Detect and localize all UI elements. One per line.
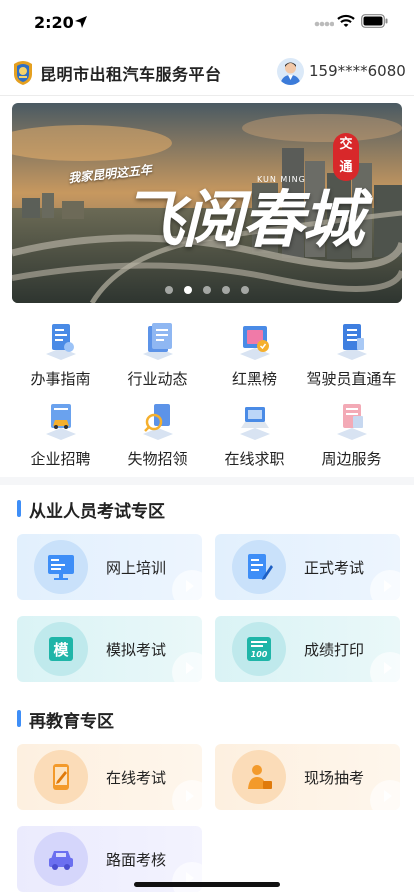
menu-label: 周边服务 bbox=[321, 450, 382, 468]
banner-dot-4[interactable] bbox=[222, 286, 230, 294]
menu-label: 驾驶员直通车 bbox=[306, 370, 397, 388]
menu-item-job[interactable]: 在线求职 bbox=[206, 398, 303, 468]
svg-text:模: 模 bbox=[53, 641, 69, 659]
guide-doc-icon bbox=[46, 324, 76, 360]
score-print-icon: 100 bbox=[247, 637, 271, 661]
menu-label: 行业动态 bbox=[127, 370, 188, 388]
lost-found-icon bbox=[143, 404, 173, 440]
board-icon bbox=[240, 326, 270, 360]
online-training-icon-bg bbox=[34, 540, 88, 594]
signal-icon bbox=[314, 21, 334, 27]
menu-item-nearby[interactable]: 周边服务 bbox=[303, 398, 400, 468]
score-print-icon-bg: 100 bbox=[232, 622, 286, 676]
banner-title: 飞阅春城 bbox=[122, 169, 364, 259]
nearby-map-icon bbox=[337, 404, 367, 440]
quick-menu-grid: 办事指南 行业动态 红黑榜 驾驶员直通车 企业招聘 失物招领 在线求职 周边服务 bbox=[12, 318, 402, 470]
card-play-icon bbox=[172, 780, 202, 810]
road-test-icon bbox=[49, 851, 73, 870]
mock-exam-icon: 模 bbox=[49, 637, 73, 661]
online-exam-icon bbox=[53, 764, 69, 790]
card-label: 网上培训 bbox=[106, 559, 167, 577]
menu-item-driver[interactable]: 驾驶员直通车 bbox=[303, 318, 400, 388]
banner-seal: 交 通 bbox=[333, 133, 359, 181]
exam-section-title: 从业人员考试专区 bbox=[17, 497, 165, 522]
section-divider bbox=[0, 477, 414, 485]
status-bar: 2:20 bbox=[0, 0, 414, 46]
svg-text:100: 100 bbox=[251, 650, 268, 659]
online-exam-card[interactable]: 在线考试 bbox=[17, 744, 202, 810]
menu-item-guide[interactable]: 办事指南 bbox=[12, 318, 109, 388]
card-label: 正式考试 bbox=[304, 559, 365, 577]
banner-title-main: 阅春城 bbox=[182, 183, 364, 256]
recruit-car-icon bbox=[46, 404, 76, 440]
location-arrow-icon bbox=[75, 16, 87, 28]
card-label: 路面考核 bbox=[106, 851, 167, 869]
card-play-icon bbox=[172, 862, 202, 892]
app-header: 昆明市出租汽车服务平台 159****6080 bbox=[0, 52, 414, 96]
news-doc-icon bbox=[143, 323, 173, 360]
banner-title-prefix: 飞 bbox=[122, 183, 184, 256]
page-title: 昆明市出租汽车服务平台 bbox=[40, 65, 222, 84]
banner-english: KUN MING bbox=[257, 175, 306, 184]
formal-exam-icon-bg bbox=[232, 540, 286, 594]
banner-dot-2[interactable] bbox=[184, 286, 192, 294]
card-play-icon bbox=[370, 570, 400, 600]
score-print-card[interactable]: 100 成绩打印 bbox=[215, 616, 400, 682]
wifi-icon bbox=[337, 14, 355, 27]
menu-label: 在线求职 bbox=[224, 450, 285, 468]
card-label: 模拟考试 bbox=[106, 641, 167, 659]
user-avatar-icon bbox=[280, 62, 301, 85]
online-exam-icon-bg bbox=[34, 750, 88, 804]
card-label: 成绩打印 bbox=[304, 641, 365, 659]
menu-label: 红黑榜 bbox=[231, 370, 277, 388]
card-play-icon bbox=[370, 652, 400, 682]
onsite-exam-icon bbox=[248, 765, 272, 789]
home-indicator[interactable] bbox=[134, 882, 280, 887]
card-label: 现场抽考 bbox=[304, 769, 365, 787]
road-test-icon-bg bbox=[34, 832, 88, 886]
job-laptop-icon bbox=[240, 407, 270, 440]
onsite-exam-card[interactable]: 现场抽考 bbox=[215, 744, 400, 810]
onsite-exam-icon-bg bbox=[232, 750, 286, 804]
card-label: 在线考试 bbox=[106, 769, 167, 787]
card-play-icon bbox=[370, 780, 400, 810]
banner-dot-3[interactable] bbox=[203, 286, 211, 294]
menu-item-news[interactable]: 行业动态 bbox=[109, 318, 206, 388]
banner-seal-char-1: 交 bbox=[339, 137, 353, 152]
card-play-icon bbox=[172, 652, 202, 682]
online-training-card[interactable]: 网上培训 bbox=[17, 534, 202, 600]
reeducation-section-title: 再教育专区 bbox=[17, 707, 114, 732]
mock-exam-icon-bg: 模 bbox=[34, 622, 88, 676]
user-avatar[interactable] bbox=[277, 58, 304, 85]
card-play-icon bbox=[172, 570, 202, 600]
banner-seal-char-2: 通 bbox=[339, 160, 353, 175]
app-screen: 2:20 昆明市出租汽车服务平台 159****6080 我家昆明这五年 飞阅春… bbox=[0, 0, 414, 896]
banner-carousel[interactable]: 我家昆明这五年 飞阅春城 KUN MING 交 通 bbox=[12, 103, 402, 303]
menu-item-recruit[interactable]: 企业招聘 bbox=[12, 398, 109, 468]
menu-label: 失物招领 bbox=[127, 450, 188, 468]
banner-dot-5[interactable] bbox=[241, 286, 249, 294]
user-phone[interactable]: 159****6080 bbox=[309, 62, 406, 80]
menu-label: 办事指南 bbox=[30, 370, 91, 388]
emblem-icon bbox=[14, 61, 32, 85]
online-training-icon bbox=[48, 555, 74, 580]
mock-exam-card[interactable]: 模 模拟考试 bbox=[17, 616, 202, 682]
battery-icon bbox=[361, 14, 388, 28]
menu-item-board[interactable]: 红黑榜 bbox=[206, 318, 303, 388]
status-time: 2:20 bbox=[34, 13, 74, 32]
menu-item-lost-found[interactable]: 失物招领 bbox=[109, 398, 206, 468]
formal-exam-card[interactable]: 正式考试 bbox=[215, 534, 400, 600]
banner-pagination bbox=[12, 286, 402, 294]
formal-exam-icon bbox=[248, 554, 273, 580]
menu-label: 企业招聘 bbox=[30, 450, 91, 468]
driver-list-icon bbox=[337, 324, 367, 360]
banner-dot-1[interactable] bbox=[165, 286, 173, 294]
